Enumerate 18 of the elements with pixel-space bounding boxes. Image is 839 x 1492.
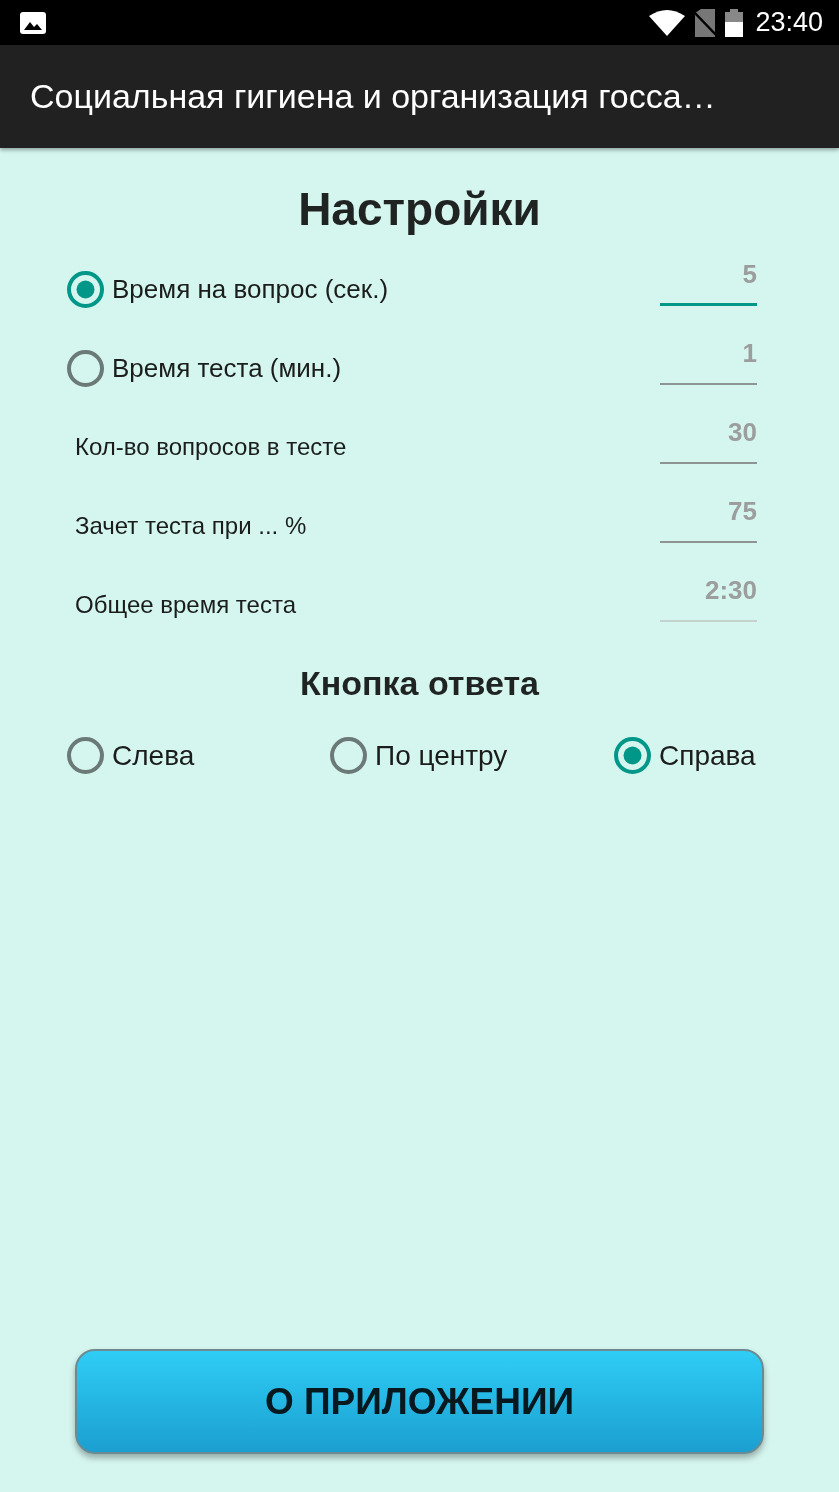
status-time: 23:40 <box>755 9 823 36</box>
wifi-icon <box>649 9 686 36</box>
battery-icon <box>725 8 744 37</box>
setting-label: Кол-во вопросов в тесте <box>74 433 347 463</box>
radio-option[interactable]: Слева <box>67 737 330 774</box>
radio-option[interactable]: Время на вопрос (сек.) <box>67 271 389 309</box>
about-button[interactable]: О ПРИЛОЖЕНИИ <box>75 1349 764 1454</box>
radio-option[interactable]: Справа <box>614 737 757 774</box>
app-title: Социальная гигиена и организация госса… <box>30 76 716 117</box>
radio-option[interactable]: Время теста (мин.) <box>67 350 342 388</box>
setting-label: Общее время теста <box>74 591 296 621</box>
answer-button-title: Кнопка ответа <box>299 663 540 704</box>
no-sim-icon <box>693 8 718 37</box>
number-field: 2:30 <box>660 572 757 623</box>
image-icon <box>20 11 46 34</box>
setting-label: Зачет теста при ... % <box>74 512 307 542</box>
radio-option[interactable]: По центру <box>330 737 614 774</box>
settings-title: Настройки <box>297 182 542 237</box>
